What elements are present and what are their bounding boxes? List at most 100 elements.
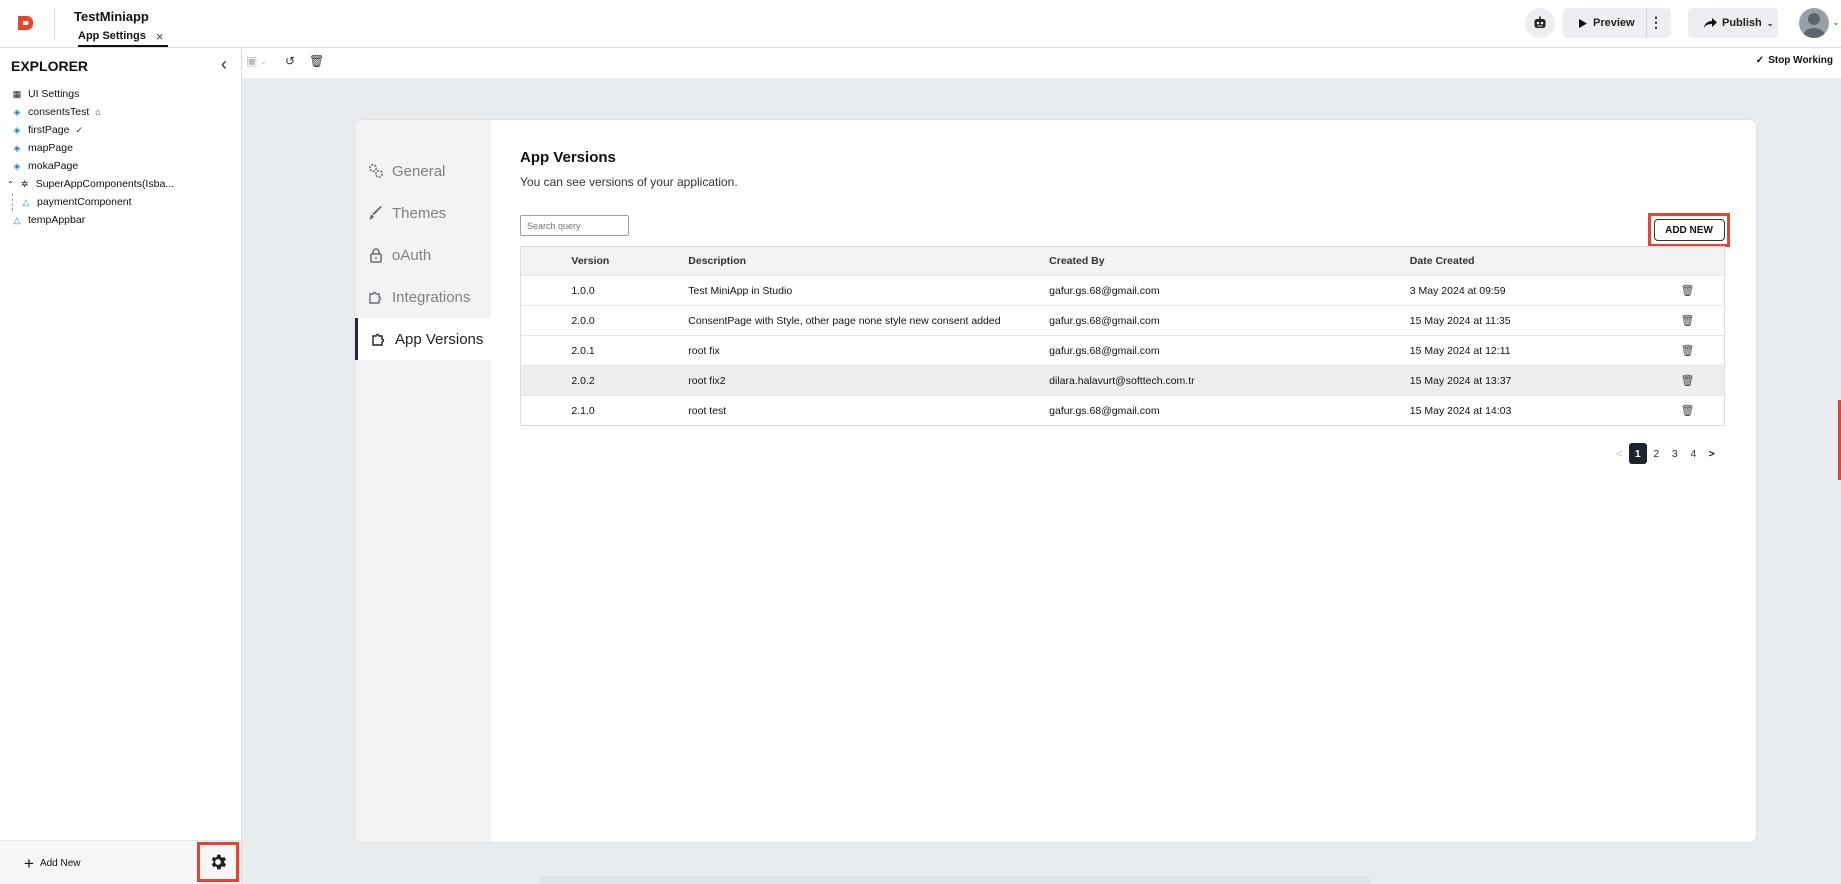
column-header-date-created[interactable]: Date Created — [1410, 247, 1681, 276]
table-header-row: Version Description Created By Date Crea… — [520, 246, 1725, 276]
nav-integrations[interactable]: Integrations — [355, 276, 491, 318]
pagination-prev[interactable]: < — [1610, 443, 1629, 464]
section-title: App Versions — [520, 149, 616, 166]
cell-description: root fix — [688, 344, 720, 357]
delete-icon[interactable]: 🗑 — [1681, 405, 1695, 417]
plus-icon: + — [24, 854, 34, 873]
check-circle-icon: ✓ — [75, 124, 83, 135]
cell-description: root fix2 — [688, 374, 726, 387]
page-icon: ◈ — [13, 142, 21, 153]
app-title: TestMiniapp — [74, 9, 149, 24]
cell-date-created: 3 May 2024 at 09:59 — [1409, 284, 1506, 297]
history-icon[interactable]: ↺ — [285, 54, 295, 68]
table-row[interactable]: 2.0.1 root fix gafur.gs.68@gmail.com 15 … — [520, 335, 1725, 366]
delete-icon[interactable]: 🗑 — [1681, 345, 1695, 357]
gears-icon — [368, 163, 384, 179]
cell-version: 2.0.1 — [571, 344, 595, 357]
close-icon[interactable]: × — [156, 30, 164, 43]
table-row[interactable]: 1.0.0 Test MiniApp in Studio gafur.gs.68… — [520, 275, 1725, 306]
column-header-created-by[interactable]: Created By — [1049, 247, 1410, 276]
puzzle-icon — [369, 291, 382, 304]
tree-item-consentstest[interactable]: ◈ consentsTest ⌂ — [12, 103, 237, 121]
preview-button[interactable]: Preview ⋮ — [1563, 8, 1671, 38]
chevron-down-icon[interactable]: ⌄ — [260, 57, 267, 66]
add-new-page-button[interactable]: + Add New — [24, 855, 81, 872]
table-row[interactable]: 2.0.2 root fix2 dilara.halavurt@softtech… — [520, 365, 1725, 396]
stop-working-label: Stop Working — [1768, 55, 1833, 66]
home-icon: ⌂ — [95, 107, 101, 117]
column-header-description[interactable]: Description — [688, 247, 1049, 276]
pagination-page-1[interactable]: 1 — [1628, 443, 1647, 464]
puzzle-icon — [372, 333, 385, 346]
lock-icon — [370, 248, 382, 263]
column-header-version[interactable]: Version — [571, 247, 688, 276]
ai-assistant-button[interactable] — [1525, 8, 1555, 38]
search-input[interactable] — [520, 215, 629, 236]
button-separator — [1646, 8, 1647, 38]
nav-label: Themes — [392, 204, 447, 222]
trash-icon[interactable]: 🗑 — [309, 54, 324, 68]
cell-date-created: 15 May 2024 at 12:11 — [1409, 344, 1511, 357]
tree-item-tempappbar[interactable]: △ tempAppbar — [12, 211, 237, 229]
editor-toolbar: ▣ ⌄ ↺ 🗑 ✓ Stop Working — [242, 48, 1841, 78]
pagination: < 1 2 3 4 > — [1610, 443, 1721, 464]
chevron-left-icon[interactable]: ‹ — [221, 54, 227, 75]
app-logo-icon[interactable] — [15, 14, 35, 34]
chevron-down-icon: ⌄ — [1766, 18, 1774, 28]
delete-icon[interactable]: 🗑 — [1681, 315, 1695, 327]
table-row[interactable]: 2.0.0 ConsentPage with Style, other page… — [520, 305, 1725, 336]
explorer-title: EXPLORER — [11, 58, 89, 74]
chevron-down-icon[interactable]: ⌄ — [1832, 17, 1840, 28]
cell-description: root test — [688, 404, 727, 417]
tab-app-settings[interactable]: App Settings × — [78, 26, 163, 46]
cell-created-by: gafur.gs.68@gmail.com — [1049, 344, 1160, 357]
gear-icon — [211, 854, 227, 870]
nav-general[interactable]: General — [355, 150, 491, 192]
add-new-version-button[interactable]: ADD NEW — [1653, 219, 1725, 241]
publish-button[interactable]: Publish ⌄ — [1688, 8, 1778, 38]
cell-date-created: 15 May 2024 at 14:03 — [1409, 404, 1512, 417]
cell-created-by: gafur.gs.68@gmail.com — [1049, 314, 1160, 327]
user-icon — [1803, 13, 1825, 38]
check-circle-icon: ✓ — [1755, 55, 1765, 66]
cell-version: 2.1.0 — [571, 404, 595, 417]
tree-item-ui-settings[interactable]: ▦ UI Settings — [12, 85, 237, 103]
tree-item-label: consentsTest — [28, 106, 90, 118]
tree-item-label: UI Settings — [28, 88, 80, 100]
table-row[interactable]: 2.1.0 root test gafur.gs.68@gmail.com 15… — [520, 395, 1725, 426]
delete-icon[interactable]: 🗑 — [1681, 285, 1695, 297]
chevron-down-icon[interactable]: ⌃ — [7, 180, 14, 189]
tree-item-label: mokaPage — [28, 160, 79, 172]
avatar[interactable] — [1799, 8, 1829, 38]
share-arrow-icon — [1704, 18, 1717, 28]
pagination-page-4[interactable]: 4 — [1684, 443, 1703, 464]
nav-app-versions[interactable]: App Versions — [355, 318, 491, 360]
tree-item-superappcomponents[interactable]: ⌃ ✲ SuperAppComponents(Isba... — [7, 175, 237, 193]
page-icon: ◈ — [13, 124, 21, 135]
more-options-icon[interactable]: ⋮ — [1649, 15, 1663, 29]
nav-label: General — [392, 162, 446, 180]
tree-item-paymentcomponent[interactable]: △ paymentComponent — [12, 193, 237, 211]
ui-settings-icon: ▦ — [12, 88, 22, 99]
nav-label: App Versions — [395, 330, 484, 348]
tree-item-mokapage[interactable]: ◈ mokaPage — [12, 157, 237, 175]
nav-label: oAuth — [392, 246, 432, 264]
delete-icon[interactable]: 🗑 — [1681, 375, 1695, 387]
nav-themes[interactable]: Themes — [355, 192, 491, 234]
pagination-page-3[interactable]: 3 — [1666, 443, 1685, 464]
explorer-sidebar: EXPLORER ‹ ▦ UI Settings ◈ consentsTest … — [0, 48, 242, 884]
tree-item-mappage[interactable]: ◈ mapPage — [12, 139, 237, 157]
tree-item-firstpage[interactable]: ◈ firstPage ✓ — [12, 121, 237, 139]
settings-button[interactable] — [197, 842, 239, 882]
cell-created-by: gafur.gs.68@gmail.com — [1049, 284, 1160, 297]
pagination-page-2[interactable]: 2 — [1647, 443, 1666, 464]
component-icon: △ — [22, 196, 30, 207]
tree-item-label: SuperAppComponents(Isba... — [35, 178, 175, 190]
stop-working-button[interactable]: ✓ Stop Working — [1756, 55, 1833, 66]
nav-oauth[interactable]: oAuth — [355, 234, 491, 276]
pagination-next[interactable]: > — [1703, 443, 1722, 464]
bottom-panel-edge — [540, 876, 1370, 884]
puzzle-icon: ✲ — [20, 178, 29, 189]
save-icon[interactable]: ▣ — [246, 54, 257, 68]
cell-description: Test MiniApp in Studio — [688, 284, 793, 297]
